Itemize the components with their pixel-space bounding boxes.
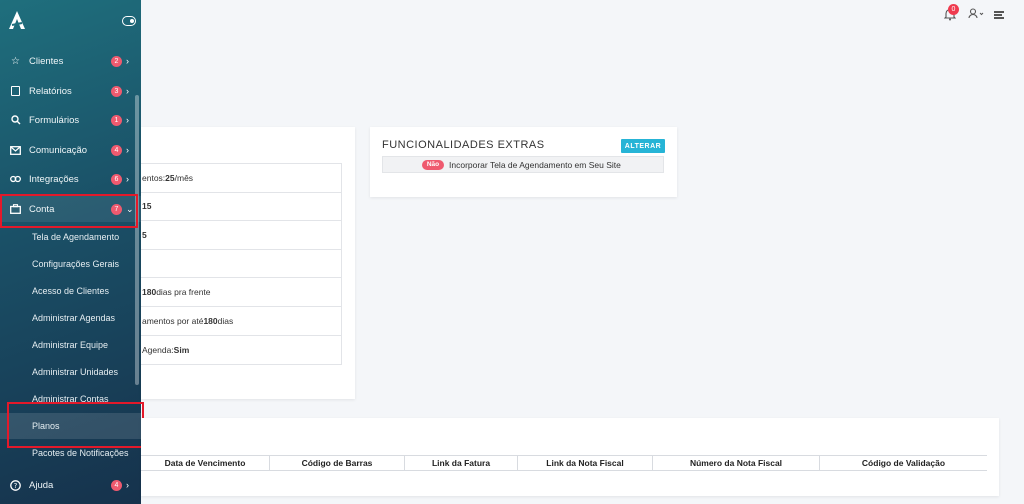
sidebar-item-label: Conta [29, 203, 55, 215]
briefcase-icon [10, 204, 21, 215]
sidebar-item-label: Relatórios [29, 85, 72, 97]
link-icon [10, 174, 21, 185]
plan-features-list: entos: 25/mês 15 5 180 dias pra frente a… [141, 163, 342, 366]
column-header: Data de Vencimento [141, 456, 270, 470]
sidebar-item-ajuda[interactable]: ? Ajuda 4 › [0, 472, 141, 498]
submenu-pacotes-de-notificacoes[interactable]: Pacotes de Notificações [0, 440, 141, 466]
search-icon [10, 115, 21, 126]
sidebar-item-comunicacao[interactable]: Comunicação 4 › [0, 137, 141, 163]
submenu-administrar-agendas[interactable]: Administrar Agendas [0, 305, 141, 331]
sidebar: ☆ Clientes 2 › Relatórios 3 › Formulário… [0, 0, 141, 504]
count-badge: 7 [111, 203, 122, 215]
plan-feature-row [141, 250, 341, 279]
sidebar-item-conta[interactable]: Conta 7 ⌄ [0, 196, 141, 222]
chevron-right-icon: › [126, 56, 129, 66]
plan-feature-row: 180 dias pra frente [141, 278, 341, 307]
count-badge: 2 [111, 55, 122, 67]
sidebar-item-formularios[interactable]: Formulários 1 › [0, 107, 141, 133]
submenu-administrar-unidades[interactable]: Administrar Unidades [0, 359, 141, 385]
sidebar-item-label: Comunicação [29, 144, 88, 156]
mail-icon [10, 145, 21, 156]
plan-details-card: entos: 25/mês 15 5 180 dias pra frente a… [141, 127, 355, 399]
sidebar-item-label: Formulários [29, 114, 80, 126]
sidebar-item-integracoes[interactable]: Integrações 6 › [0, 166, 141, 192]
submenu-administrar-equipe[interactable]: Administrar Equipe [0, 332, 141, 358]
extra-feature-row: Não Incorporar Tela de Agendamento em Se… [382, 156, 664, 173]
submenu-tela-de-agendamento[interactable]: Tela de Agendamento [0, 224, 141, 250]
notification-bell-icon[interactable]: 0 [943, 4, 959, 22]
svg-text:?: ? [14, 482, 18, 490]
sidebar-item-clientes[interactable]: ☆ Clientes 2 › [0, 48, 141, 74]
column-header: Link da Nota Fiscal [518, 456, 653, 470]
plan-feature-row: entos: 25/mês [141, 164, 341, 193]
alterar-button[interactable]: ALTERAR [621, 139, 665, 153]
chevron-right-icon: › [126, 174, 129, 184]
sidebar-item-label: Clientes [29, 55, 64, 67]
submenu-administrar-contas[interactable]: Administrar Contas [0, 386, 141, 412]
plan-feature-row: 15 [141, 193, 341, 222]
chevron-right-icon: › [126, 115, 129, 125]
star-icon: ☆ [11, 55, 20, 67]
count-badge: 3 [111, 85, 122, 97]
count-badge: 4 [111, 479, 122, 491]
sidebar-item-label: Ajuda [29, 479, 54, 491]
plan-feature-row: Agenda: Sim [142, 344, 190, 355]
submenu-planos[interactable]: Planos [0, 413, 141, 439]
count-badge: 6 [111, 173, 122, 185]
column-header: Link da Fatura [405, 456, 518, 470]
extra-feature-label: Incorporar Tela de Agendamento em Seu Si… [449, 159, 621, 170]
chevron-down-icon: ⌄ [126, 203, 134, 214]
chevron-right-icon: › [126, 86, 129, 96]
submenu-acesso-de-clientes[interactable]: Acesso de Clientes [0, 278, 141, 304]
invoices-card: Data de Vencimento Código de Barras Link… [141, 418, 999, 496]
plan-feature-row: amentos por até 180 dias [141, 307, 341, 336]
hamburger-menu-icon[interactable] [994, 11, 1004, 19]
submenu-configuracoes-gerais[interactable]: Configurações Gerais [0, 251, 141, 277]
sidebar-toggle-icon[interactable] [122, 16, 136, 26]
count-badge: 4 [111, 144, 122, 156]
sidebar-item-label: Integrações [29, 173, 79, 185]
extras-title: FUNCIONALIDADES EXTRAS [382, 139, 545, 151]
logo-icon[interactable] [8, 10, 26, 30]
sidebar-item-relatorios[interactable]: Relatórios 3 › [0, 78, 141, 104]
user-menu-icon[interactable] [968, 8, 984, 22]
status-badge: Não [422, 159, 444, 170]
chevron-right-icon: › [126, 480, 129, 490]
column-header: Código de Barras [270, 456, 405, 470]
extras-card: FUNCIONALIDADES EXTRAS ALTERAR Não Incor… [370, 127, 677, 197]
column-header: Número da Nota Fiscal [653, 456, 820, 470]
count-badge: 1 [111, 114, 122, 126]
help-icon: ? [10, 479, 21, 491]
notification-count-badge: 0 [948, 4, 959, 15]
topbar-actions: 0 [943, 4, 1004, 22]
column-header: Código de Validação [861, 458, 946, 468]
chevron-right-icon: › [126, 145, 129, 155]
book-icon [10, 86, 21, 97]
plan-feature-row: 5 [141, 221, 341, 250]
invoices-table-header: Data de Vencimento Código de Barras Link… [141, 455, 987, 471]
